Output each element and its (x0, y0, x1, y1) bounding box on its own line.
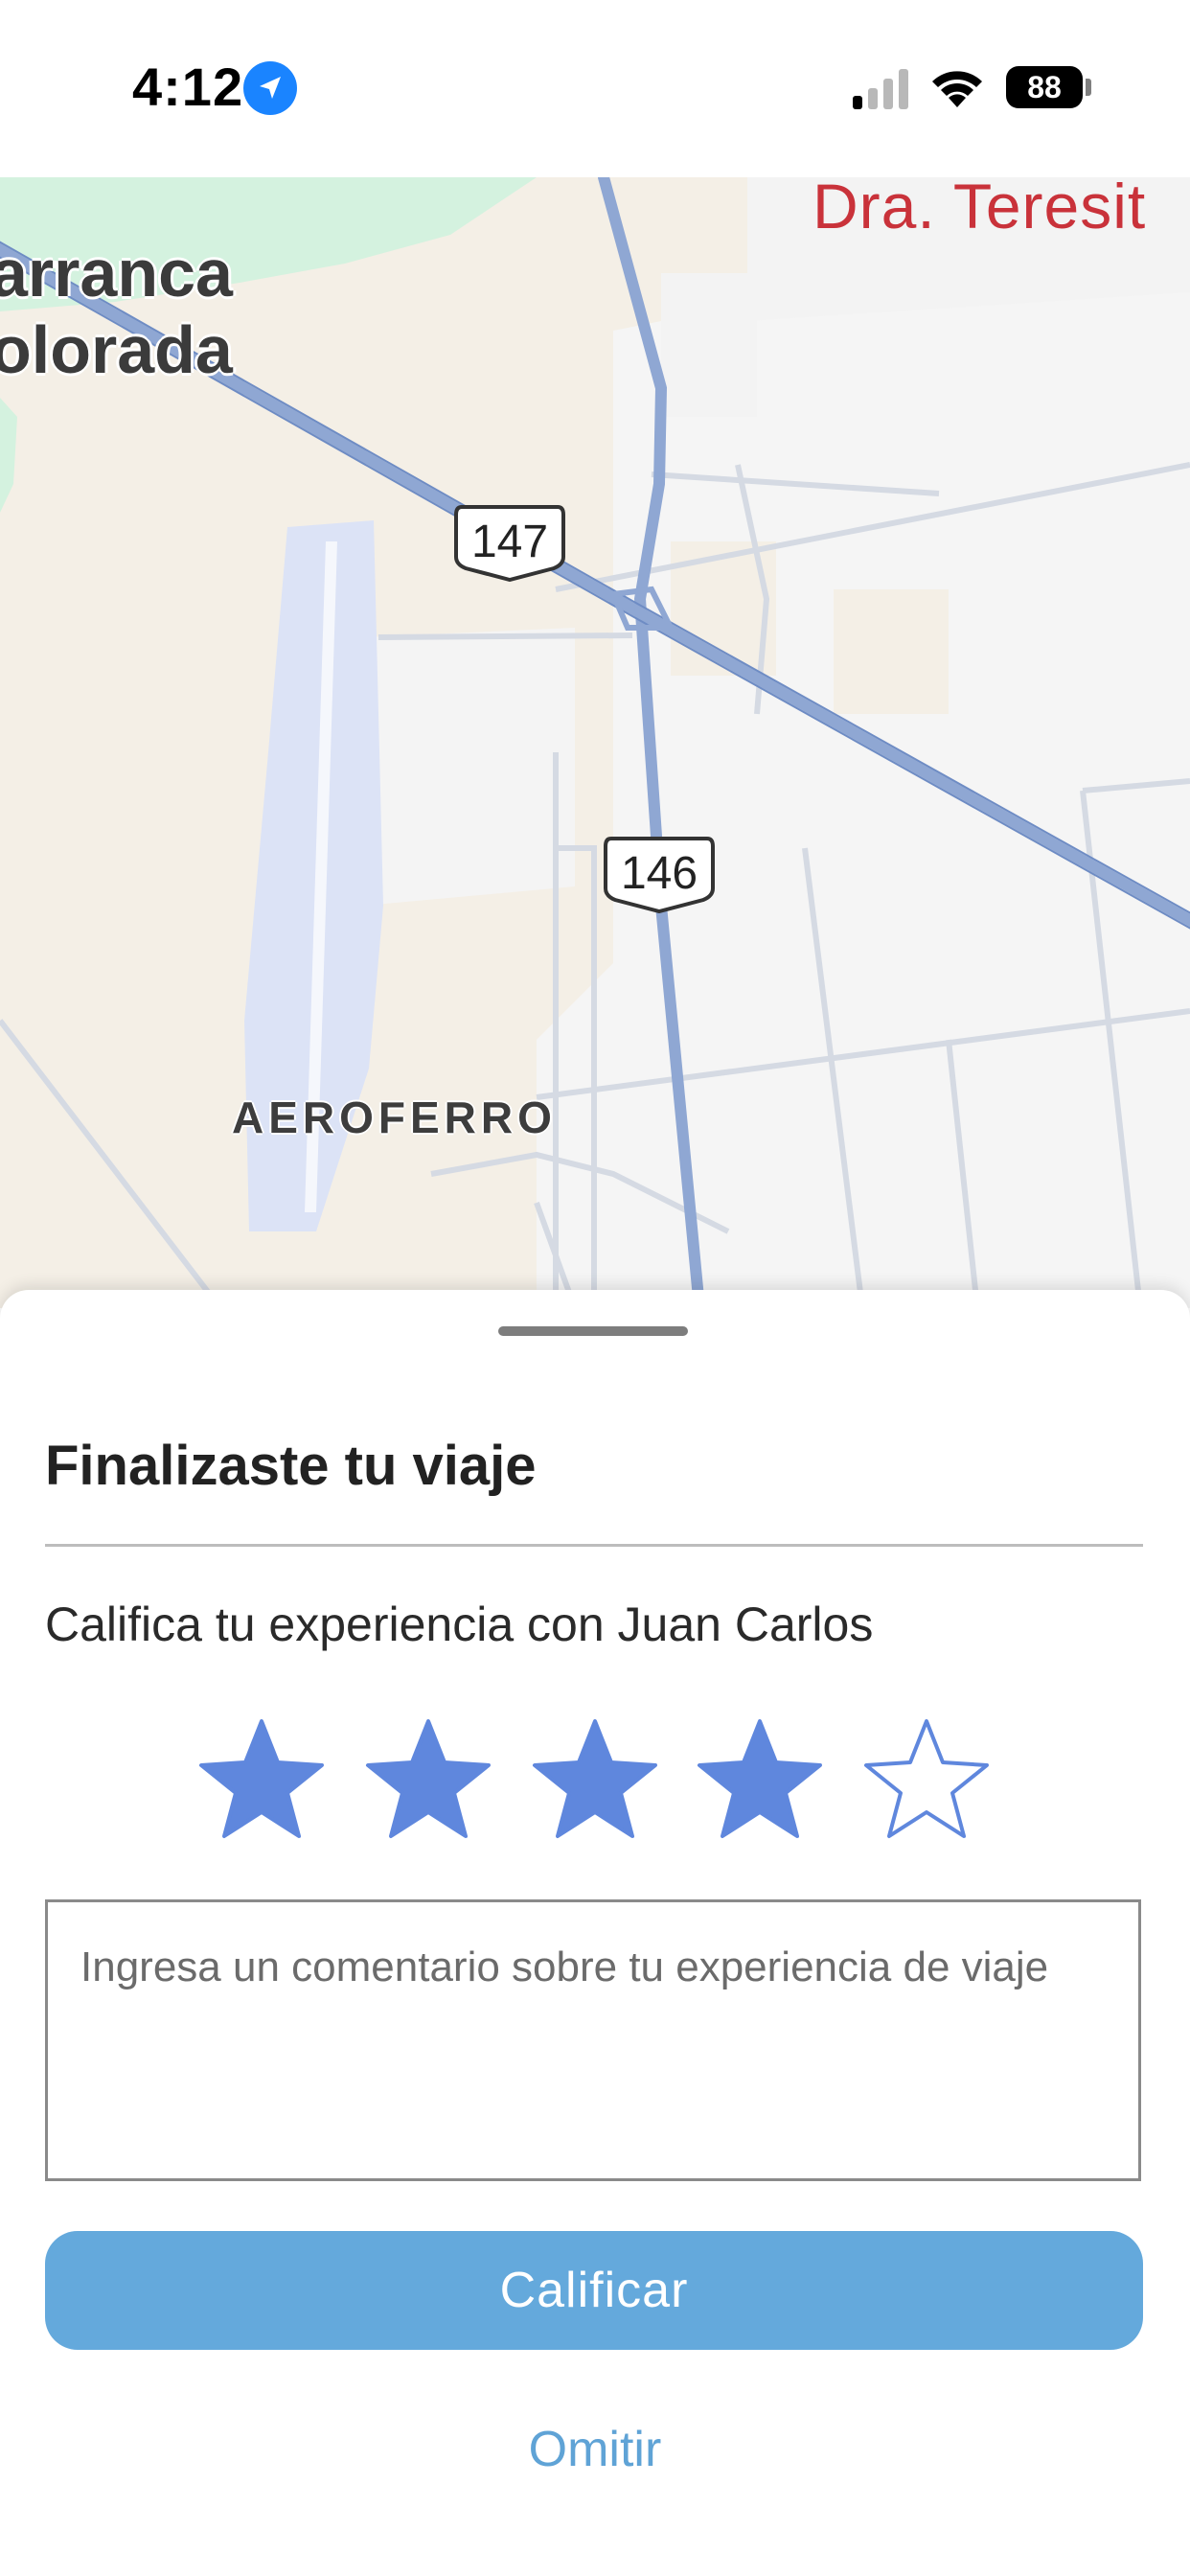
status-time: 4:12 (132, 57, 244, 117)
star-5-icon[interactable] (860, 1717, 993, 1842)
route-shield-146-label: 146 (620, 848, 698, 899)
map-label-dra-teresita: Dra. Teresit (812, 177, 1147, 242)
map-label-aeroferro: AEROFERRO (232, 1092, 557, 1142)
rating-prompt: Califica tu experiencia con Juan Carlos (45, 1598, 874, 1651)
map-view[interactable]: arranca olorada Dra. Teresit AEROFERRO 14… (0, 177, 1190, 1308)
wifi-icon (932, 71, 982, 107)
submit-rating-button[interactable]: Calificar (45, 2231, 1143, 2350)
route-shield-147: 147 (454, 503, 565, 582)
location-arrow-icon (243, 61, 297, 115)
cellular-signal-icon (853, 69, 908, 109)
route-shield-147-label: 147 (470, 517, 549, 567)
star-1-icon[interactable] (195, 1717, 328, 1842)
status-bar: 4:12 88 (0, 0, 1190, 177)
sheet-drag-handle[interactable] (498, 1326, 688, 1336)
skip-link[interactable]: Omitir (0, 2421, 1190, 2478)
rating-bottom-sheet: Finalizaste tu viaje Califica tu experie… (0, 1290, 1190, 2576)
sheet-title: Finalizaste tu viaje (45, 1435, 537, 1497)
star-3-icon[interactable] (529, 1717, 661, 1842)
divider (45, 1544, 1143, 1547)
battery-level: 88 (1027, 70, 1062, 104)
comment-input[interactable] (45, 1899, 1141, 2181)
star-2-icon[interactable] (362, 1717, 494, 1842)
star-rating (195, 1717, 1000, 1852)
map-label-barranca: arranca olorada (0, 236, 233, 387)
star-4-icon[interactable] (694, 1717, 826, 1842)
battery-cap (1086, 79, 1091, 96)
route-shield-146: 146 (604, 835, 715, 913)
battery-icon: 88 (1006, 66, 1083, 108)
